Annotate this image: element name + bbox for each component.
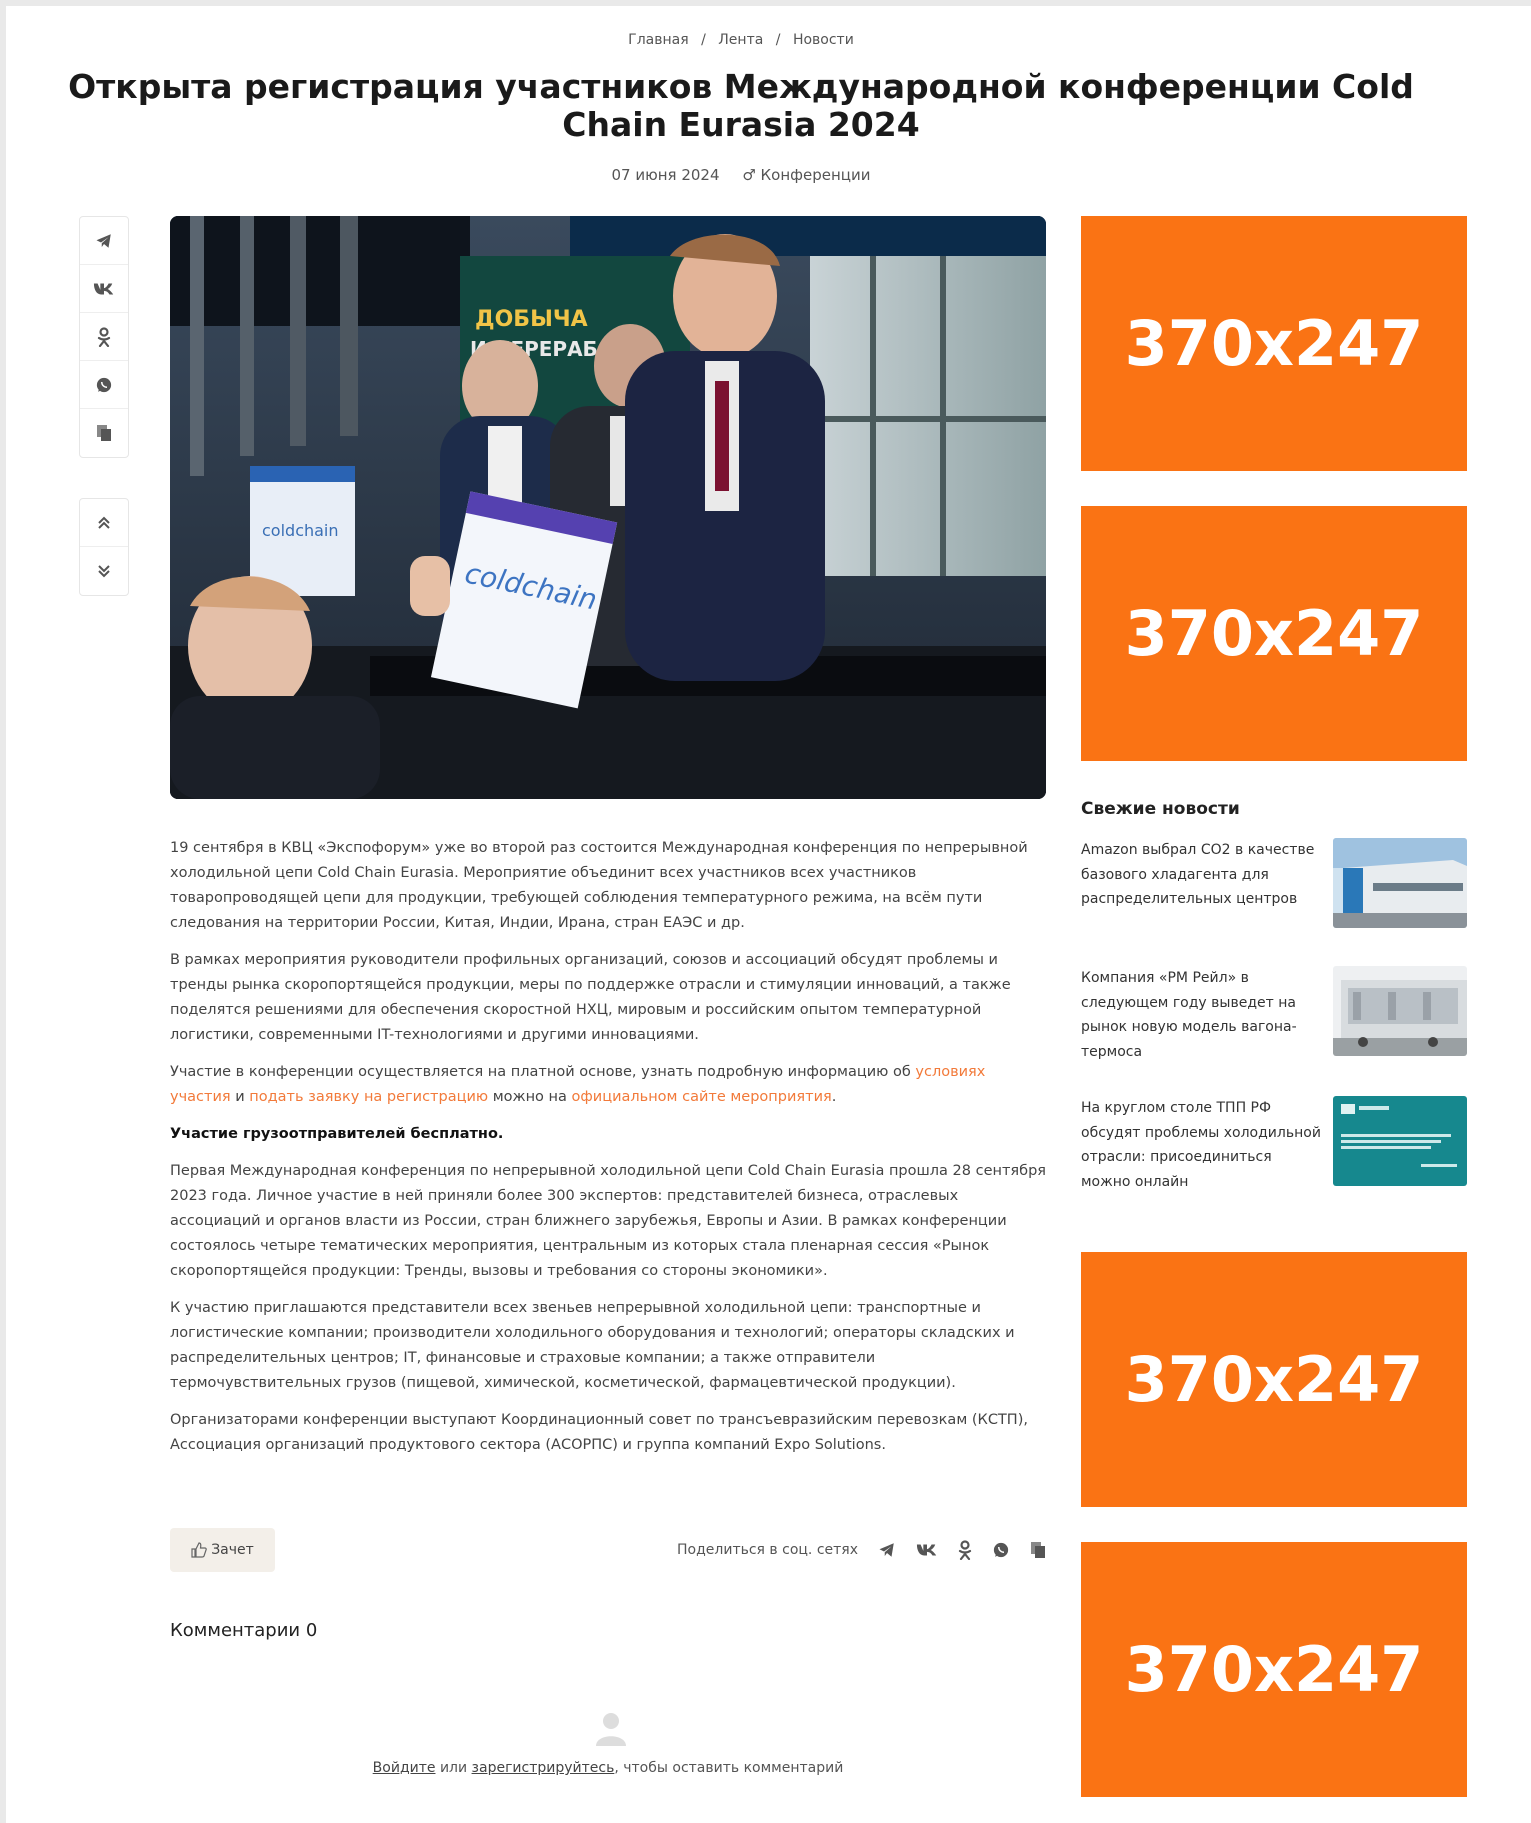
like-label: Зачет (211, 1542, 254, 1558)
article-bold-text: Участие грузоотправителей бесплатно. (170, 1126, 504, 1142)
thumb-up-icon (191, 1542, 207, 1558)
news-thumbnail[interactable] (1333, 838, 1467, 928)
page: Главная / Лента / Новости Открыта регист… (6, 6, 1531, 1823)
vk-icon[interactable] (916, 1543, 938, 1557)
copy-icon (97, 425, 111, 441)
comments-title: Комментарии 0 (170, 1620, 318, 1641)
share-odnoklassniki-button[interactable] (80, 313, 128, 361)
copy-link-button[interactable] (80, 409, 128, 457)
scroll-up-button[interactable] (80, 499, 128, 547)
breadcrumb-separator: / (701, 32, 706, 48)
news-item[interactable]: Компания «РМ Рейл» в следующем году выве… (1081, 966, 1467, 1064)
news-item-title[interactable]: Компания «РМ Рейл» в следующем году выве… (1081, 966, 1321, 1064)
news-item[interactable]: Amazon выбрал CO2 в качестве базового хл… (1081, 838, 1467, 928)
fresh-news-title: Свежие новости (1081, 799, 1240, 819)
banner-text: ДОБЫЧА (475, 307, 588, 332)
bag-label: coldchain (262, 521, 339, 540)
article-text: можно на (488, 1089, 572, 1105)
ad-banner[interactable]: 370x247 (1081, 1542, 1467, 1797)
news-thumbnail[interactable] (1333, 966, 1467, 1056)
like-button[interactable]: Зачет (170, 1528, 275, 1572)
breadcrumb: Главная / Лента / Новости (6, 32, 1476, 48)
share-inline: Поделиться в соц. сетях (646, 1536, 1046, 1564)
article-text: Участие в конференции осуществляется на … (170, 1064, 916, 1080)
share-sidebar (79, 216, 129, 458)
share-whatsapp-button[interactable] (80, 361, 128, 409)
breadcrumb-feed[interactable]: Лента (718, 32, 763, 48)
article-category[interactable]: ♂ Конференции (742, 166, 870, 184)
article-paragraph: Участие грузоотправителей бесплатно. (170, 1122, 1046, 1147)
scroll-controls (79, 498, 129, 596)
article-paragraph: К участию приглашаются представители все… (170, 1300, 1015, 1391)
scroll-down-button[interactable] (80, 547, 128, 595)
login-or: или (435, 1760, 472, 1776)
tag-icon: ♂ (742, 166, 761, 184)
article-paragraph: 19 сентября в КВЦ «Экспофорум» уже во вт… (170, 840, 1028, 931)
share-label: Поделиться в соц. сетях (677, 1542, 858, 1558)
article-text: . (831, 1089, 837, 1105)
telegram-icon[interactable] (878, 1541, 896, 1559)
article-paragraph: Участие в конференции осуществляется на … (170, 1060, 1046, 1110)
login-rest: , чтобы оставить комментарий (614, 1760, 844, 1776)
odnoklassniki-icon[interactable] (958, 1540, 972, 1560)
article-paragraph: Первая Международная конференция по непр… (170, 1163, 1047, 1279)
register-link[interactable]: зарегистрируйтесь (472, 1760, 615, 1776)
article-photo-illustration: ДОБЫЧА И ПЕРЕРАБОТКА coldchain coldchain (170, 216, 1046, 799)
whatsapp-icon[interactable] (992, 1541, 1010, 1559)
login-prompt: Войдите или зарегистрируйтесь, чтобы ост… (170, 1760, 1046, 1776)
user-avatar-icon (596, 1713, 626, 1746)
article-text: и (230, 1089, 250, 1105)
ad-banner[interactable]: 370x247 (1081, 506, 1467, 761)
telegram-icon (96, 233, 111, 248)
news-thumbnail[interactable] (1333, 1096, 1467, 1186)
news-item[interactable]: На круглом столе ТПП РФ обсудят проблемы… (1081, 1096, 1467, 1194)
vk-icon (93, 283, 114, 294)
article-paragraph: В рамках мероприятия руководители профил… (170, 952, 1011, 1043)
ad-banner[interactable]: 370x247 (1081, 1252, 1467, 1507)
article-photo: ДОБЫЧА И ПЕРЕРАБОТКА coldchain coldchain (170, 216, 1046, 799)
whatsapp-icon (96, 377, 112, 392)
breadcrumb-home[interactable]: Главная (628, 32, 688, 48)
page-title: Открыта регистрация участников Междунаро… (68, 67, 1414, 144)
odnoklassniki-icon (97, 326, 111, 347)
news-item-title[interactable]: На круглом столе ТПП РФ обсудят проблемы… (1081, 1096, 1321, 1194)
article-date: 07 июня 2024 (611, 166, 720, 184)
scroll-down-icon (98, 565, 110, 578)
official-site-link[interactable]: официальном сайте мероприятия (572, 1089, 832, 1105)
breadcrumb-news[interactable]: Новости (793, 32, 854, 48)
scroll-up-icon (98, 516, 110, 529)
article-body: 19 сентября в КВЦ «Экспофорум» уже во вт… (170, 836, 1046, 1470)
share-vk-button[interactable] (80, 265, 128, 313)
copy-icon[interactable] (1030, 1541, 1046, 1559)
share-telegram-button[interactable] (80, 217, 128, 265)
article-category-label: Конференции (760, 166, 871, 184)
article-meta: 07 июня 2024 ♂ Конференции (6, 166, 1476, 184)
article-paragraph: Организаторами конференции выступают Коо… (170, 1412, 1028, 1453)
ad-banner[interactable]: 370x247 (1081, 216, 1467, 471)
news-item-title[interactable]: Amazon выбрал CO2 в качестве базового хл… (1081, 838, 1321, 928)
login-link[interactable]: Войдите (373, 1760, 436, 1776)
breadcrumb-separator: / (775, 32, 781, 48)
registration-link[interactable]: подать заявку на регистрацию (249, 1089, 488, 1105)
